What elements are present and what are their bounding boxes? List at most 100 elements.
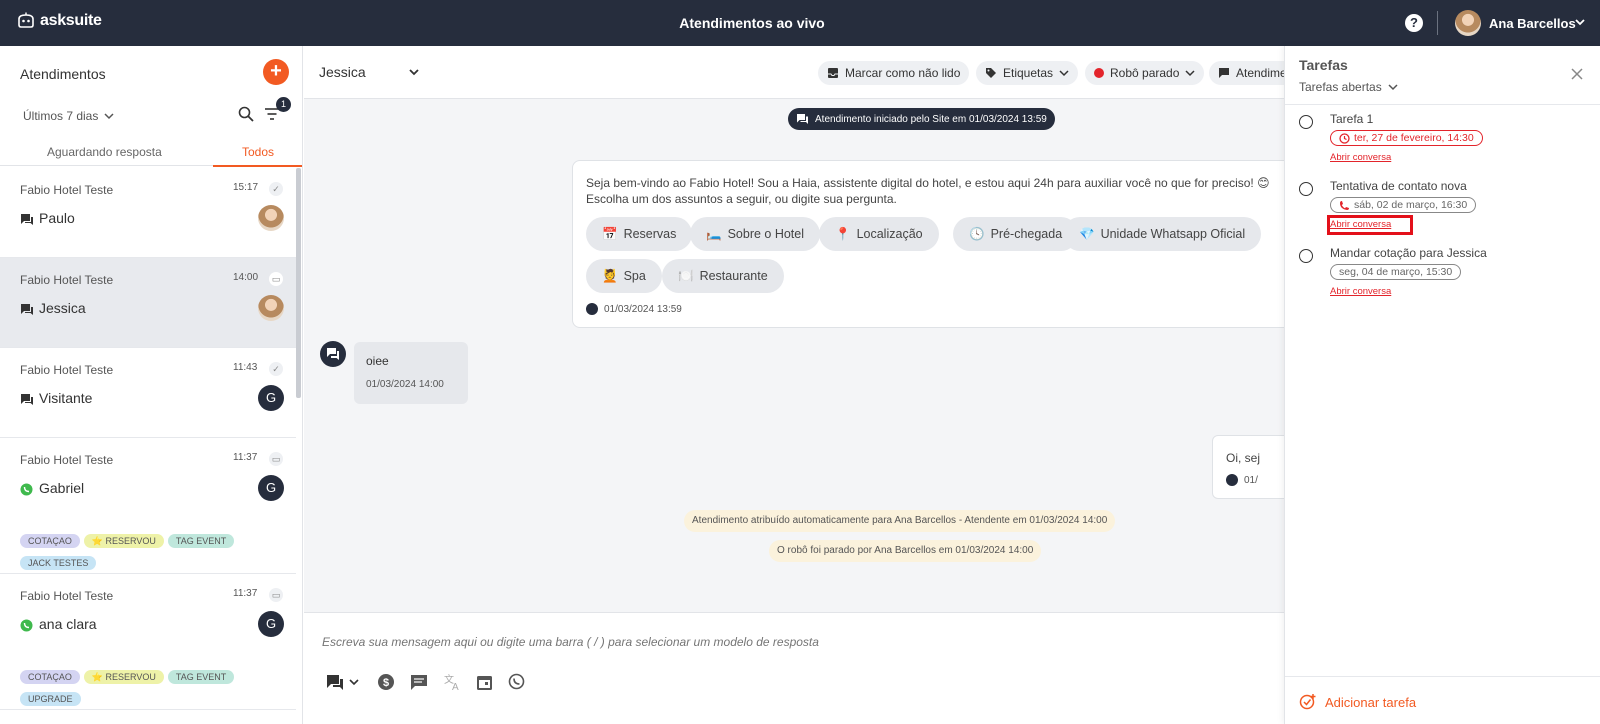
task-date-text: sáb, 02 de março, 16:30 bbox=[1354, 199, 1468, 211]
tasks-title: Tarefas bbox=[1299, 57, 1348, 73]
labels-label: Etiquetas bbox=[1003, 66, 1054, 80]
bot-message: Seja bem-vindo ao Fabio Hotel! Sou a Hai… bbox=[572, 160, 1292, 328]
contact-name[interactable]: Jessica bbox=[319, 64, 366, 80]
conversation-item[interactable]: Fabio Hotel Teste 11:37 ▭ ana clara G CO… bbox=[0, 574, 296, 710]
quick-reply-spa[interactable]: 💆 Spa bbox=[586, 259, 662, 293]
calendar-icon[interactable] bbox=[476, 673, 493, 691]
help-icon[interactable]: ? bbox=[1405, 14, 1423, 32]
bot-message-line: Seja bem-vindo ao Fabio Hotel! Sou a Hai… bbox=[586, 176, 1270, 190]
restaurant-icon: 🍽️ bbox=[678, 268, 694, 283]
quick-reply-label: Reservas bbox=[623, 227, 677, 241]
agent-message-text: Oi, sej bbox=[1226, 451, 1261, 465]
task-complete-radio[interactable] bbox=[1299, 249, 1313, 263]
mark-unread-button[interactable]: Marcar como não lido bbox=[818, 61, 970, 85]
labels-button[interactable]: Etiquetas bbox=[976, 61, 1079, 85]
chevron-down-icon[interactable] bbox=[1574, 16, 1586, 28]
translate-icon[interactable]: 文A bbox=[443, 673, 463, 691]
quick-reply-hotel[interactable]: 🛏️ Sobre o Hotel bbox=[690, 217, 821, 251]
read-check-icon: ✓ bbox=[269, 182, 283, 196]
quick-reply-restaurant[interactable]: 🍽️ Restaurante bbox=[662, 259, 784, 293]
tasks-footer: Adicionar tarefa bbox=[1285, 676, 1600, 724]
panel-title: Atendimentos bbox=[20, 66, 106, 82]
chevron-down-icon bbox=[1059, 70, 1069, 77]
message-template-icon[interactable] bbox=[410, 673, 428, 691]
add-conversation-button[interactable]: + bbox=[263, 59, 289, 85]
conversation-time: 11:37 bbox=[233, 588, 258, 599]
top-bar: asksuite Atendimentos ao vivo ? Ana Barc… bbox=[0, 0, 1600, 46]
conversation-item[interactable]: Fabio Hotel Teste 11:37 ▭ Gabriel G COTA… bbox=[0, 438, 296, 574]
overdue-clock-icon bbox=[1339, 132, 1350, 144]
whatsapp-icon[interactable] bbox=[508, 673, 525, 690]
calendar-icon: 📅 bbox=[602, 226, 618, 241]
conversation-time: 11:43 bbox=[233, 362, 258, 373]
message-input[interactable] bbox=[322, 635, 1222, 649]
user-message-text: oiee bbox=[366, 354, 389, 368]
tasks-panel: Tarefas Tarefas abertas Tarefa 1 ter, 27… bbox=[1284, 46, 1600, 724]
tab-awaiting[interactable]: Aguardando resposta bbox=[47, 145, 162, 159]
divider bbox=[1437, 11, 1438, 35]
chat-mode-icon[interactable] bbox=[326, 673, 360, 691]
svg-text:$: $ bbox=[383, 677, 389, 689]
chevron-down-icon bbox=[1185, 70, 1195, 77]
open-conversation-link[interactable]: Abrir conversa bbox=[1330, 286, 1391, 297]
task-complete-radio[interactable] bbox=[1299, 115, 1313, 129]
attendance-button[interactable]: Atendime bbox=[1209, 61, 1296, 85]
quick-reply-label: Spa bbox=[623, 269, 646, 283]
tag-icon bbox=[986, 68, 996, 78]
task-name: Tarefa 1 bbox=[1330, 112, 1374, 126]
user-avatar[interactable] bbox=[1455, 10, 1481, 36]
message-icon bbox=[1219, 68, 1229, 78]
user-name[interactable]: Ana Barcellos bbox=[1489, 16, 1576, 31]
user-message-time: 01/03/2024 14:00 bbox=[366, 379, 444, 390]
clock-icon: 🕓 bbox=[969, 226, 985, 241]
open-conversation-link[interactable]: Abrir conversa bbox=[1330, 152, 1391, 163]
message-icon: ▭ bbox=[269, 588, 283, 602]
spa-icon: 💆 bbox=[602, 268, 618, 283]
tag-list: COTAÇAO ⭐ RESERVOU TAG EVENT UPGRADE bbox=[20, 668, 270, 712]
close-icon[interactable] bbox=[1571, 68, 1583, 80]
period-selector[interactable]: Últimos 7 dias bbox=[23, 109, 114, 123]
highlight-box bbox=[1327, 215, 1413, 235]
quick-reply-label: Restaurante bbox=[699, 269, 768, 283]
robot-status-button[interactable]: Robô parado bbox=[1085, 61, 1205, 85]
quick-reply-reservas[interactable]: 📅 Reservas bbox=[586, 217, 693, 251]
add-task-button[interactable]: Adicionar tarefa bbox=[1299, 693, 1416, 711]
tasks-filter[interactable]: Tarefas abertas bbox=[1299, 80, 1398, 94]
avatar: G bbox=[258, 385, 284, 411]
message-composer: $ 文A bbox=[304, 612, 1284, 724]
conversation-name: Jessica bbox=[39, 300, 86, 316]
conversation-item[interactable]: Fabio Hotel Teste 11:43 ✓ Visitante G bbox=[0, 348, 296, 438]
task-name: Mandar cotação para Jessica bbox=[1330, 246, 1487, 260]
conversation-item[interactable]: Fabio Hotel Teste 14:00 ▭ Jessica bbox=[0, 258, 296, 348]
tag: TAG EVENT bbox=[167, 670, 235, 684]
assignment-notice: Atendimento atribuído automaticamente pa… bbox=[684, 510, 1116, 532]
quick-reply-label: Sobre o Hotel bbox=[727, 227, 805, 241]
chat-icon bbox=[586, 303, 598, 315]
conversation-list: Fabio Hotel Teste 15:17 ✓ Paulo Fabio Ho… bbox=[0, 168, 296, 710]
task-due-date: sáb, 02 de março, 16:30 bbox=[1330, 197, 1477, 213]
read-check-icon: ✓ bbox=[269, 362, 283, 376]
quick-reply-pre-arrival[interactable]: 🕓 Pré-chegada bbox=[953, 217, 1079, 251]
add-task-label: Adicionar tarefa bbox=[1325, 694, 1417, 710]
task-date-text: seg, 04 de março, 15:30 bbox=[1339, 266, 1453, 278]
chat-icon bbox=[21, 304, 33, 315]
conversation-item[interactable]: Fabio Hotel Teste 15:17 ✓ Paulo bbox=[0, 168, 296, 258]
tab-all[interactable]: Todos bbox=[213, 145, 302, 167]
chat-icon bbox=[1226, 474, 1238, 486]
task-due-date: ter, 27 de fevereiro, 14:30 bbox=[1330, 130, 1483, 146]
tag: ⭐ RESERVOU bbox=[83, 670, 164, 684]
bot-time-text: 01/03/2024 13:59 bbox=[604, 303, 682, 315]
filter-count-badge: 1 bbox=[276, 97, 291, 112]
chat-icon bbox=[21, 214, 33, 225]
inbox-icon bbox=[828, 68, 838, 78]
conversation-name: ana clara bbox=[39, 616, 97, 632]
task-complete-radio[interactable] bbox=[1299, 182, 1313, 196]
quick-reply-location[interactable]: 📍 Localização bbox=[819, 217, 939, 251]
conversation-tabs: Aguardando resposta Todos bbox=[0, 142, 302, 167]
dollar-icon[interactable]: $ bbox=[377, 673, 395, 691]
quick-reply-whatsapp-unit[interactable]: 💎 Unidade Whatsapp Oficial bbox=[1063, 217, 1262, 251]
chevron-down-icon[interactable] bbox=[408, 66, 420, 78]
session-start-badge: Atendimento iniciado pelo Site em 01/03/… bbox=[788, 108, 1055, 130]
scrollbar[interactable] bbox=[296, 168, 301, 398]
search-icon[interactable] bbox=[238, 106, 254, 122]
